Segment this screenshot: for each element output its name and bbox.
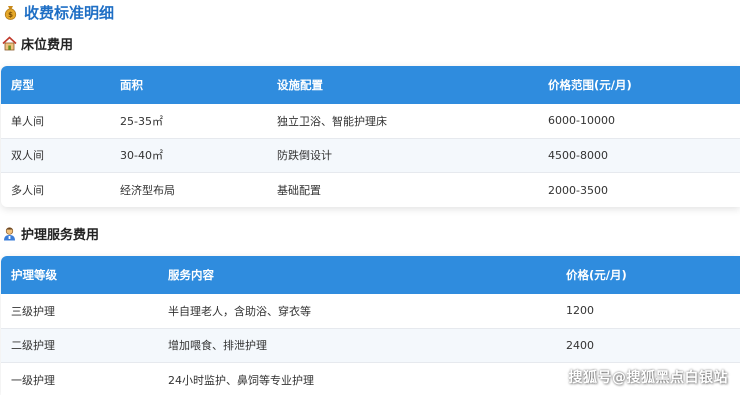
service-content-cell: 24小时监护、鼻饲等专业护理	[168, 374, 314, 388]
area-cell: 30-40㎡	[120, 149, 163, 163]
bed-section-title-text: 床位费用	[21, 37, 74, 53]
column-header: 面积	[120, 78, 143, 92]
table-row: 三级护理 半自理老人，含助浴、穿衣等 1200	[1, 294, 740, 329]
room-type-cell: 多人间	[11, 184, 44, 198]
care-level-cell: 三级护理	[11, 304, 55, 318]
facility-cell: 独立卫浴、智能护理床	[277, 114, 387, 128]
price-cell: 2000-3500	[548, 183, 608, 197]
column-header: 服务内容	[168, 268, 214, 282]
price-cell: 6000-10000	[548, 114, 615, 128]
table-header: 房型 面积 设施配置 价格范围(元/月)	[1, 66, 740, 104]
facility-cell: 基础配置	[277, 184, 321, 198]
column-header: 价格(元/月)	[566, 268, 627, 282]
column-header: 护理等级	[11, 268, 57, 282]
price-cell: 2400	[566, 338, 594, 352]
house-icon	[2, 35, 17, 51]
watermark: 搜狐号@搜狐黑点白银站	[568, 370, 728, 386]
caregiver-icon	[2, 226, 17, 241]
column-header: 设施配置	[277, 78, 323, 92]
price-cell: 4500-8000	[548, 148, 608, 162]
service-content-cell: 半自理老人，含助浴、穿衣等	[168, 304, 311, 318]
facility-cell: 防跌倒设计	[277, 149, 332, 163]
bed-section-title: 床位费用	[2, 33, 73, 53]
price-cell: 1200	[566, 304, 594, 318]
room-type-cell: 单人间	[11, 114, 44, 128]
table-row: 双人间 30-40㎡ 防跌倒设计 4500-8000	[1, 138, 740, 173]
page-title: $ 收费标准明细	[2, 1, 114, 23]
money-bag-icon: $	[2, 4, 19, 21]
bed-fee-table: 房型 面积 设施配置 价格范围(元/月) 单人间 25-35㎡ 独立卫浴、智能护…	[1, 66, 740, 207]
service-content-cell: 增加喂食、排泄护理	[168, 339, 267, 353]
column-header: 价格范围(元/月)	[548, 78, 632, 92]
care-section-title-text: 护理服务费用	[21, 227, 100, 243]
care-section-title: 护理服务费用	[2, 223, 99, 243]
table-row: 二级护理 增加喂食、排泄护理 2400	[1, 328, 740, 363]
care-level-cell: 一级护理	[11, 374, 55, 388]
table-header: 护理等级 服务内容 价格(元/月)	[1, 256, 740, 294]
column-header: 房型	[11, 78, 34, 92]
area-cell: 25-35㎡	[120, 114, 163, 128]
area-cell: 经济型布局	[120, 184, 175, 198]
table-row: 多人间 经济型布局 基础配置 2000-3500	[1, 173, 740, 207]
page-title-text: 收费标准明细	[24, 3, 115, 22]
room-type-cell: 双人间	[11, 149, 44, 163]
svg-text:$: $	[8, 11, 13, 19]
care-level-cell: 二级护理	[11, 339, 55, 353]
table-row: 单人间 25-35㎡ 独立卫浴、智能护理床 6000-10000	[1, 104, 740, 139]
